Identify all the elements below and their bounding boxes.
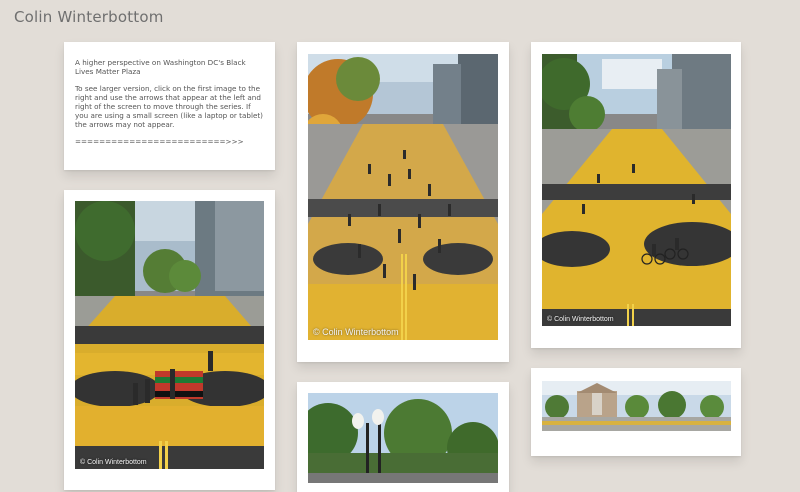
photo-watermark: © Colin Winterbottom [313,327,399,337]
photo-watermark: © Colin Winterbottom [547,316,614,323]
photo-lamp-trees[interactable] [308,393,498,483]
photo-card-panorama[interactable] [531,368,741,456]
intro-arrow: =========================>>> [75,137,244,146]
photo-cyclists[interactable]: © Colin Winterbottom [542,54,731,326]
intro-card: A higher perspective on Washington DC's … [64,42,275,170]
photo-plaza-banner[interactable]: © Colin Winterbottom [75,201,264,469]
photo-card-cyclists[interactable]: © Colin Winterbottom [531,42,741,348]
photo-watermark: © Colin Winterbottom [80,459,147,466]
site-title[interactable]: Colin Winterbottom [14,8,164,26]
photo-card-plaza-banner[interactable]: © Colin Winterbottom [64,190,275,490]
photo-crowd-overhead[interactable]: © Colin Winterbottom [308,54,498,340]
intro-instructions: To see larger version, click on the firs… [75,84,263,129]
photo-card-lamp-trees[interactable] [297,382,509,492]
photo-card-crowd-overhead[interactable]: © Colin Winterbottom [297,42,509,362]
intro-heading: A higher perspective on Washington DC's … [75,58,246,76]
photo-panorama[interactable] [542,381,731,431]
